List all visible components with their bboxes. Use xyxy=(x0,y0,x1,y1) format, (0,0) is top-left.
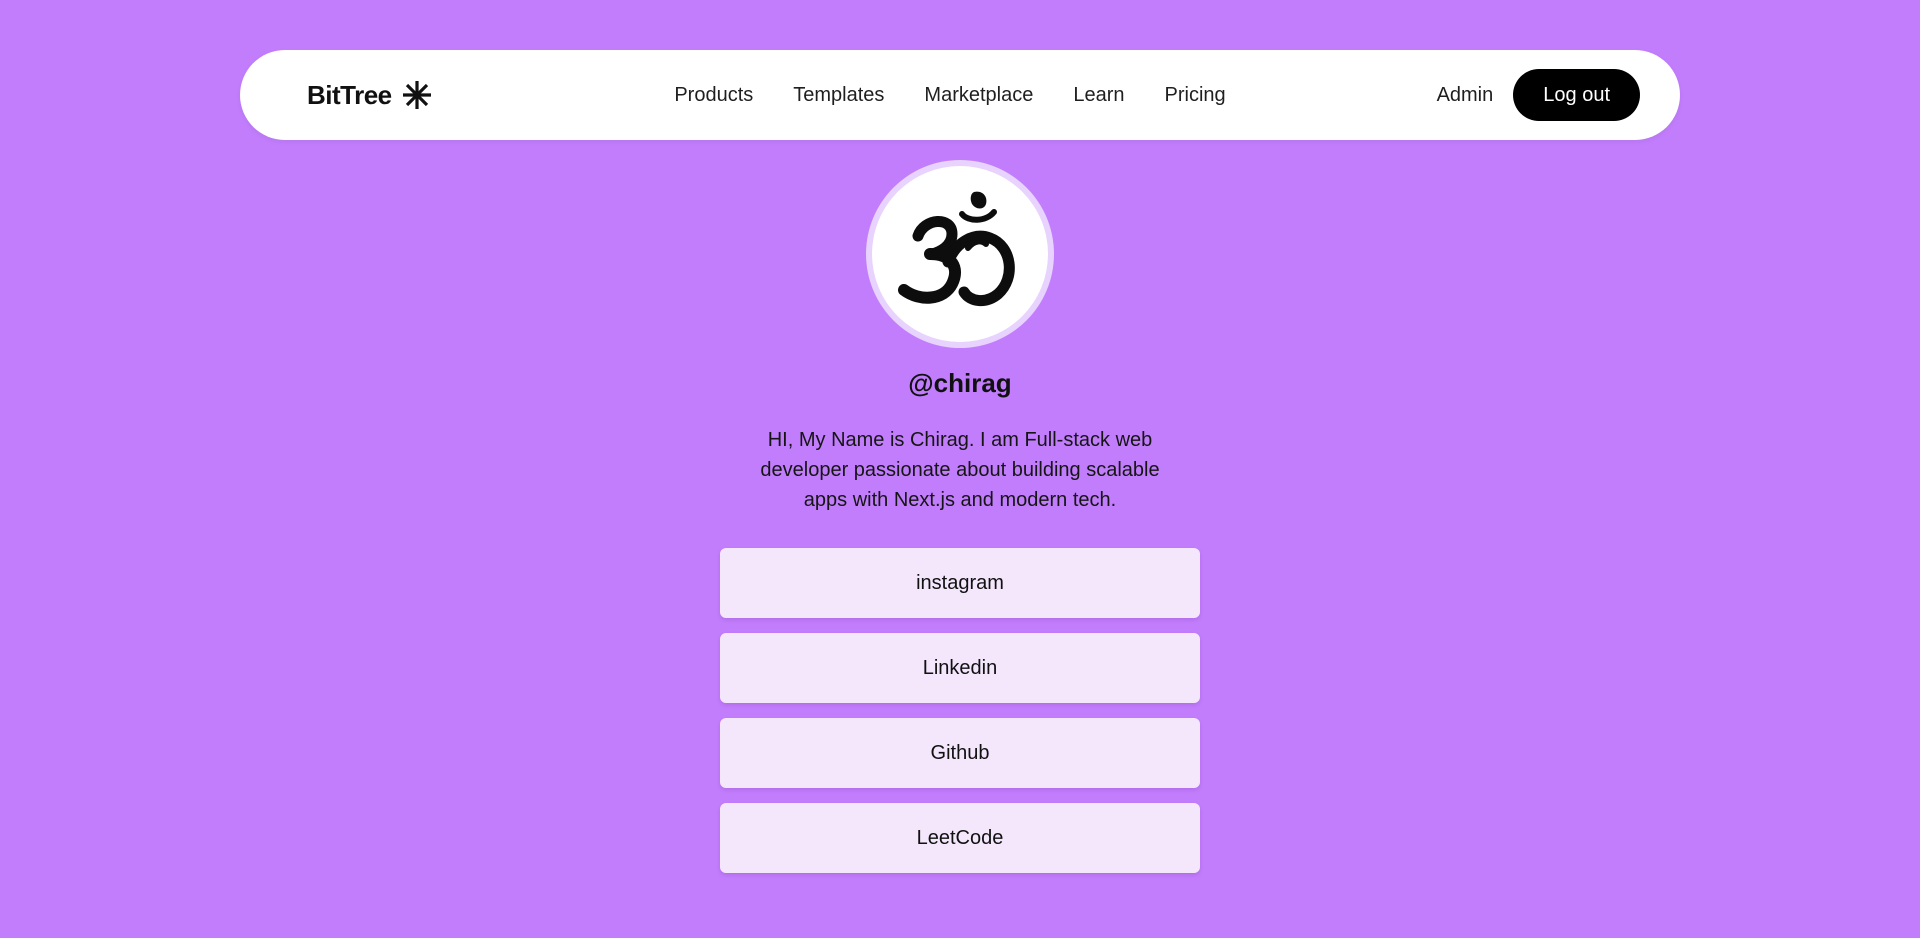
username: @chirag xyxy=(908,368,1012,398)
nav-learn[interactable]: Learn xyxy=(1073,84,1124,107)
avatar-image xyxy=(872,166,1048,342)
brand-logo[interactable]: BitTree xyxy=(307,50,432,140)
bio-text: HI, My Name is Chirag. I am Full-stack w… xyxy=(760,429,1160,511)
logout-button[interactable]: Log out xyxy=(1513,69,1640,121)
navbar: BitTree Products Templates Marketplace L… xyxy=(240,50,1680,140)
links-list: instagram Linkedin Github LeetCode xyxy=(720,548,1200,873)
link-github[interactable]: Github xyxy=(720,718,1200,788)
brand-name: BitTree xyxy=(307,79,392,110)
nav-actions: Admin Log out xyxy=(1437,50,1640,140)
link-linkedin[interactable]: Linkedin xyxy=(720,633,1200,703)
asterisk-icon xyxy=(402,81,431,109)
nav-marketplace[interactable]: Marketplace xyxy=(924,84,1033,107)
nav-pricing[interactable]: Pricing xyxy=(1165,84,1226,107)
admin-link[interactable]: Admin xyxy=(1437,84,1494,107)
nav-products[interactable]: Products xyxy=(674,84,753,107)
link-leetcode[interactable]: LeetCode xyxy=(720,803,1200,873)
link-instagram[interactable]: instagram xyxy=(720,548,1200,618)
avatar xyxy=(866,160,1054,348)
nav-templates[interactable]: Templates xyxy=(793,84,884,107)
om-symbol-icon xyxy=(898,191,1015,306)
